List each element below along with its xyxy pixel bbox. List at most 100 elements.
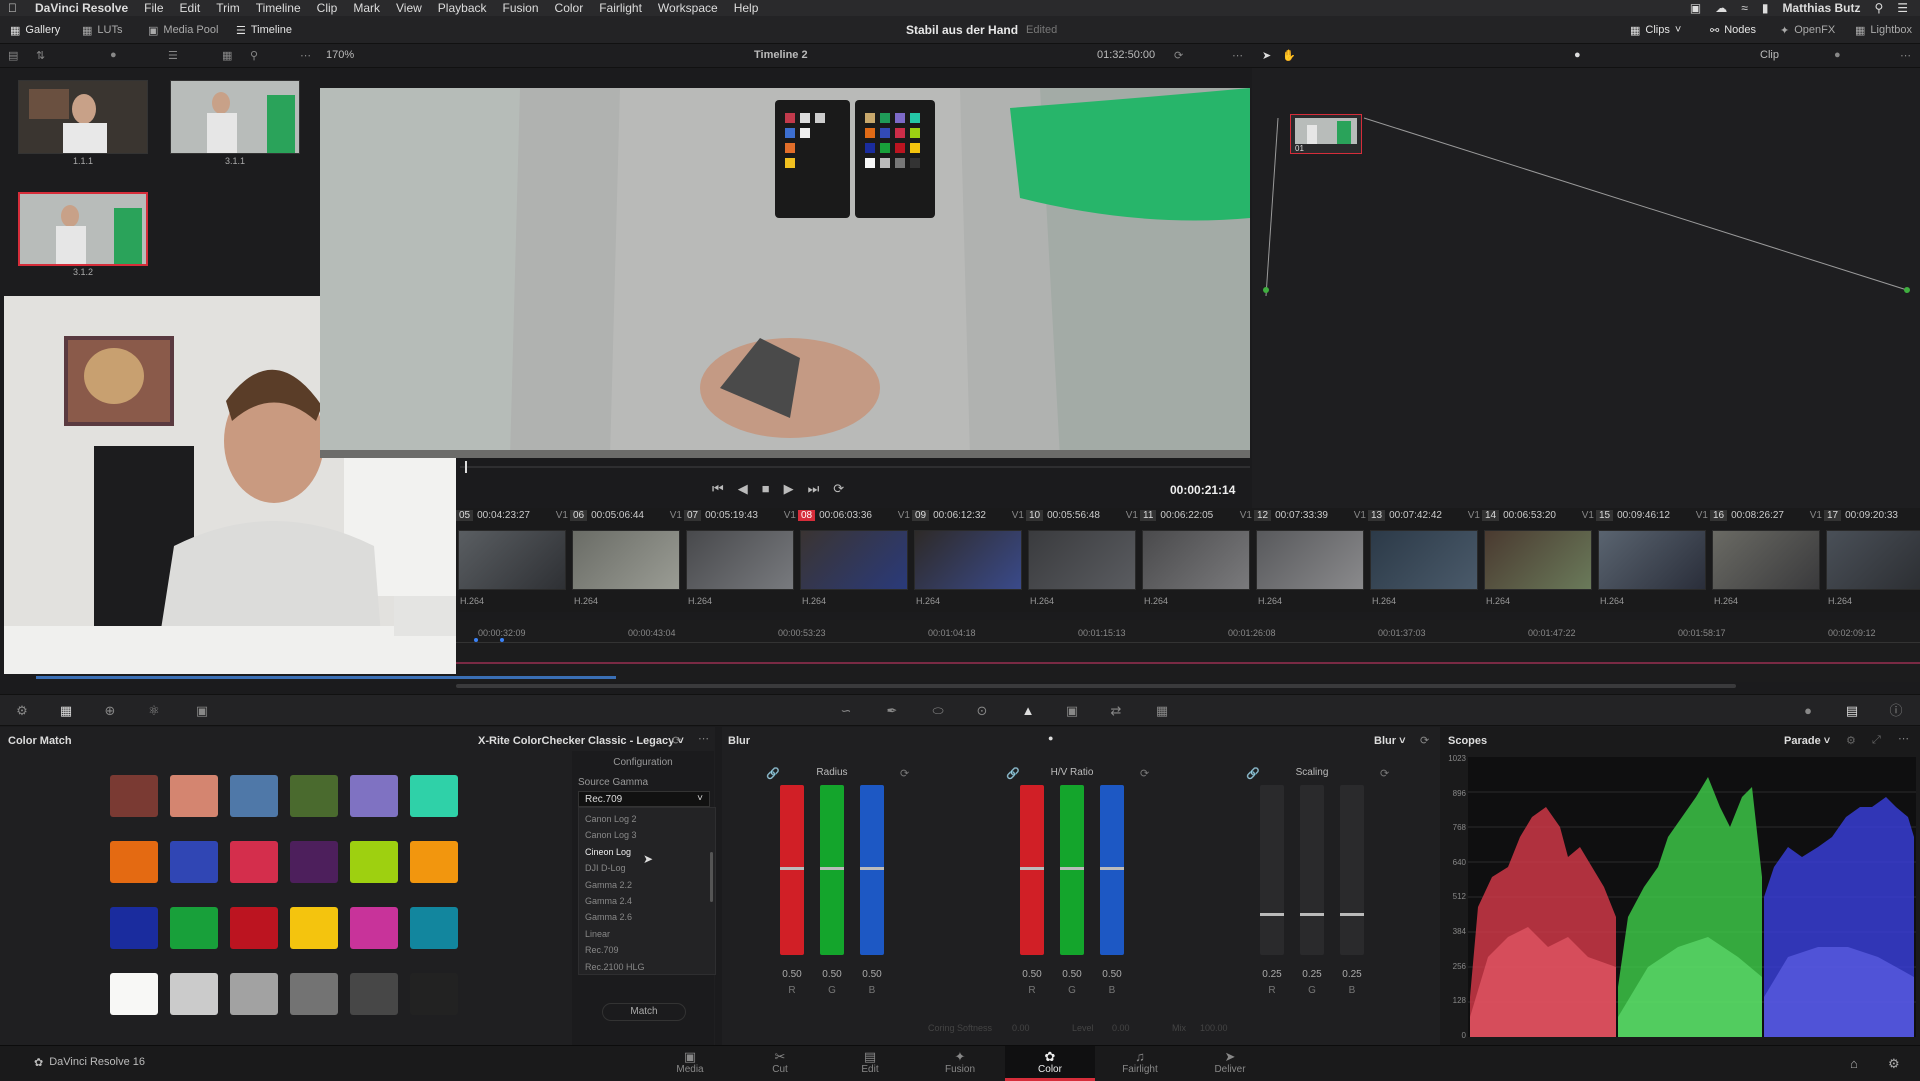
loop-icon[interactable]: ⟳ (833, 481, 844, 497)
skip-forward-icon[interactable]: ⏭ (808, 481, 820, 497)
fader-r[interactable] (780, 785, 804, 955)
fader-r[interactable] (1020, 785, 1044, 955)
marker-dot[interactable] (474, 638, 478, 642)
menu-file[interactable]: File (136, 1, 171, 15)
home-icon[interactable]: ⌂ (1850, 1056, 1858, 1071)
gamma-option[interactable]: Cineon Log (585, 847, 631, 857)
settings-icon[interactable]: ⚙ (1888, 1056, 1900, 1072)
menu-list-icon[interactable]: ☰ (1897, 1, 1908, 15)
scopes-icon[interactable]: ▤ (1844, 703, 1860, 719)
level-value[interactable]: 0.00 (1112, 1023, 1130, 1033)
app-menu[interactable]: DaVinci Resolve (25, 1, 136, 15)
window-icon[interactable]: ⬭ (930, 703, 946, 719)
fader-g[interactable] (820, 785, 844, 955)
chart-select[interactable]: X-Rite ColorChecker Classic - Legacy ˅ (478, 735, 684, 747)
color-swatch[interactable] (290, 907, 338, 949)
horizontal-scrollbar[interactable] (456, 684, 1736, 688)
clip-mode-select[interactable]: Clip (1760, 49, 1779, 61)
color-swatch[interactable] (110, 841, 158, 883)
node-01[interactable]: 01 (1290, 114, 1362, 154)
settings-icon[interactable]: ⚙ (1846, 734, 1856, 747)
color-swatch[interactable] (410, 841, 458, 883)
more-options-icon[interactable]: ⋯ (300, 49, 311, 62)
fader-value[interactable]: 0.50 (1097, 969, 1127, 980)
tracker-icon[interactable]: ⊙ (974, 703, 990, 719)
more-options-icon[interactable]: ⋯ (1898, 732, 1909, 745)
clip-thumbnail-item[interactable]: 15 00:09:46:12 V1 H.264 (1596, 508, 1710, 612)
fader-value[interactable]: 0.50 (817, 969, 847, 980)
sort-icon[interactable]: ⇅ (36, 49, 45, 62)
grid-view-icon[interactable]: ▦ (222, 49, 232, 62)
info-icon[interactable]: ⓘ (1888, 703, 1904, 719)
fader-handle[interactable] (1100, 867, 1124, 870)
scope-mode-select[interactable]: Parade ˅ (1784, 735, 1830, 747)
clip-thumbnail-item[interactable]: 12 00:07:33:39 V1 H.264 (1254, 508, 1368, 612)
clip-thumbnail-item[interactable]: 05 00:04:23:27 V1 H.264 (456, 508, 570, 612)
clip-thumbnail-item[interactable]: 09 00:06:12:32 V1 H.264 (912, 508, 1026, 612)
screen-icon[interactable]: ▣ (1690, 1, 1701, 15)
color-swatch[interactable] (110, 907, 158, 949)
qualifier-icon[interactable]: ✒ (884, 703, 900, 719)
color-swatch[interactable] (170, 973, 218, 1015)
color-match-icon[interactable]: ▦ (58, 703, 74, 719)
fader-g[interactable] (1060, 785, 1084, 955)
timecode-display[interactable]: 01:32:50:00 (1097, 49, 1155, 61)
fader-value[interactable]: 0.50 (1057, 969, 1087, 980)
gamma-option[interactable]: Canon Log 3 (585, 830, 637, 840)
gamma-option[interactable]: Canon Log 2 (585, 814, 637, 824)
gamma-option[interactable]: DJI D-Log (585, 863, 626, 873)
key-icon[interactable]: ▣ (1064, 703, 1080, 719)
color-swatch[interactable] (170, 841, 218, 883)
clip-thumbnail-item[interactable]: 16 00:08:26:27 V1 H.264 (1710, 508, 1824, 612)
slider-dot[interactable]: ● (110, 49, 117, 61)
sizing-icon[interactable]: ⇄ (1108, 703, 1124, 719)
fader-handle[interactable] (1060, 867, 1084, 870)
menu-view[interactable]: View (388, 1, 430, 15)
clip-thumbnail-item[interactable]: 10 00:05:56:48 V1 H.264 (1026, 508, 1140, 612)
gamma-option[interactable]: Gamma 2.6 (585, 912, 632, 922)
viewer-scrubber[interactable] (460, 466, 1250, 468)
search-icon[interactable]: ⚲ (1874, 1, 1883, 15)
more-options-icon[interactable]: ⋯ (698, 732, 709, 745)
menu-trim[interactable]: Trim (208, 1, 248, 15)
color-swatch[interactable] (230, 841, 278, 883)
menu-mark[interactable]: Mark (345, 1, 388, 15)
fader-b[interactable] (1100, 785, 1124, 955)
hand-icon[interactable]: ✋ (1282, 49, 1296, 62)
zoom-select[interactable]: 170% (326, 49, 354, 61)
menu-help[interactable]: Help (726, 1, 767, 15)
stop-icon[interactable]: ■ (762, 481, 770, 497)
fader-value[interactable]: 0.25 (1337, 969, 1367, 980)
fader-r[interactable] (1260, 785, 1284, 955)
color-swatch[interactable] (410, 907, 458, 949)
gamma-option[interactable]: Linear (585, 929, 610, 939)
color-swatch[interactable] (290, 775, 338, 817)
lightbox-button[interactable]: ▦ Lightbox (1855, 16, 1912, 44)
cloud-icon[interactable]: ☁ (1715, 1, 1727, 15)
clip-thumbnail-item[interactable]: 08 00:06:03:36 V1 H.264 (798, 508, 912, 612)
menu-playback[interactable]: Playback (430, 1, 495, 15)
nodes-button[interactable]: ⚯ Nodes (1710, 16, 1756, 44)
gallery-still[interactable] (170, 80, 300, 154)
color-swatch[interactable] (350, 907, 398, 949)
fader-handle[interactable] (860, 867, 884, 870)
more-options-icon[interactable]: ⋯ (1900, 49, 1911, 62)
color-swatch[interactable] (350, 775, 398, 817)
timeline-select[interactable]: Timeline 2 (754, 49, 808, 61)
clip-thumbnail-item[interactable]: 07 00:05:19:43 V1 H.264 (684, 508, 798, 612)
skip-back-icon[interactable]: ⏮ (712, 481, 724, 497)
color-swatch[interactable] (350, 973, 398, 1015)
wifi-icon[interactable]: ≈ (1741, 1, 1748, 15)
gamma-option[interactable]: Rec.2100 HLG (585, 962, 645, 972)
fader-value[interactable]: 0.50 (777, 969, 807, 980)
camera-raw-icon[interactable]: ⚙ (14, 703, 30, 719)
media-pool-button[interactable]: ▣ Media Pool (148, 16, 218, 44)
color-swatch[interactable] (230, 775, 278, 817)
fader-value[interactable]: 0.25 (1297, 969, 1327, 980)
fader-value[interactable]: 0.50 (857, 969, 887, 980)
battery-icon[interactable]: ▮ (1762, 1, 1769, 15)
color-swatch[interactable] (350, 841, 398, 883)
color-swatch[interactable] (170, 907, 218, 949)
menu-fairlight[interactable]: Fairlight (591, 1, 650, 15)
blur-icon[interactable]: ▲ (1020, 703, 1036, 719)
